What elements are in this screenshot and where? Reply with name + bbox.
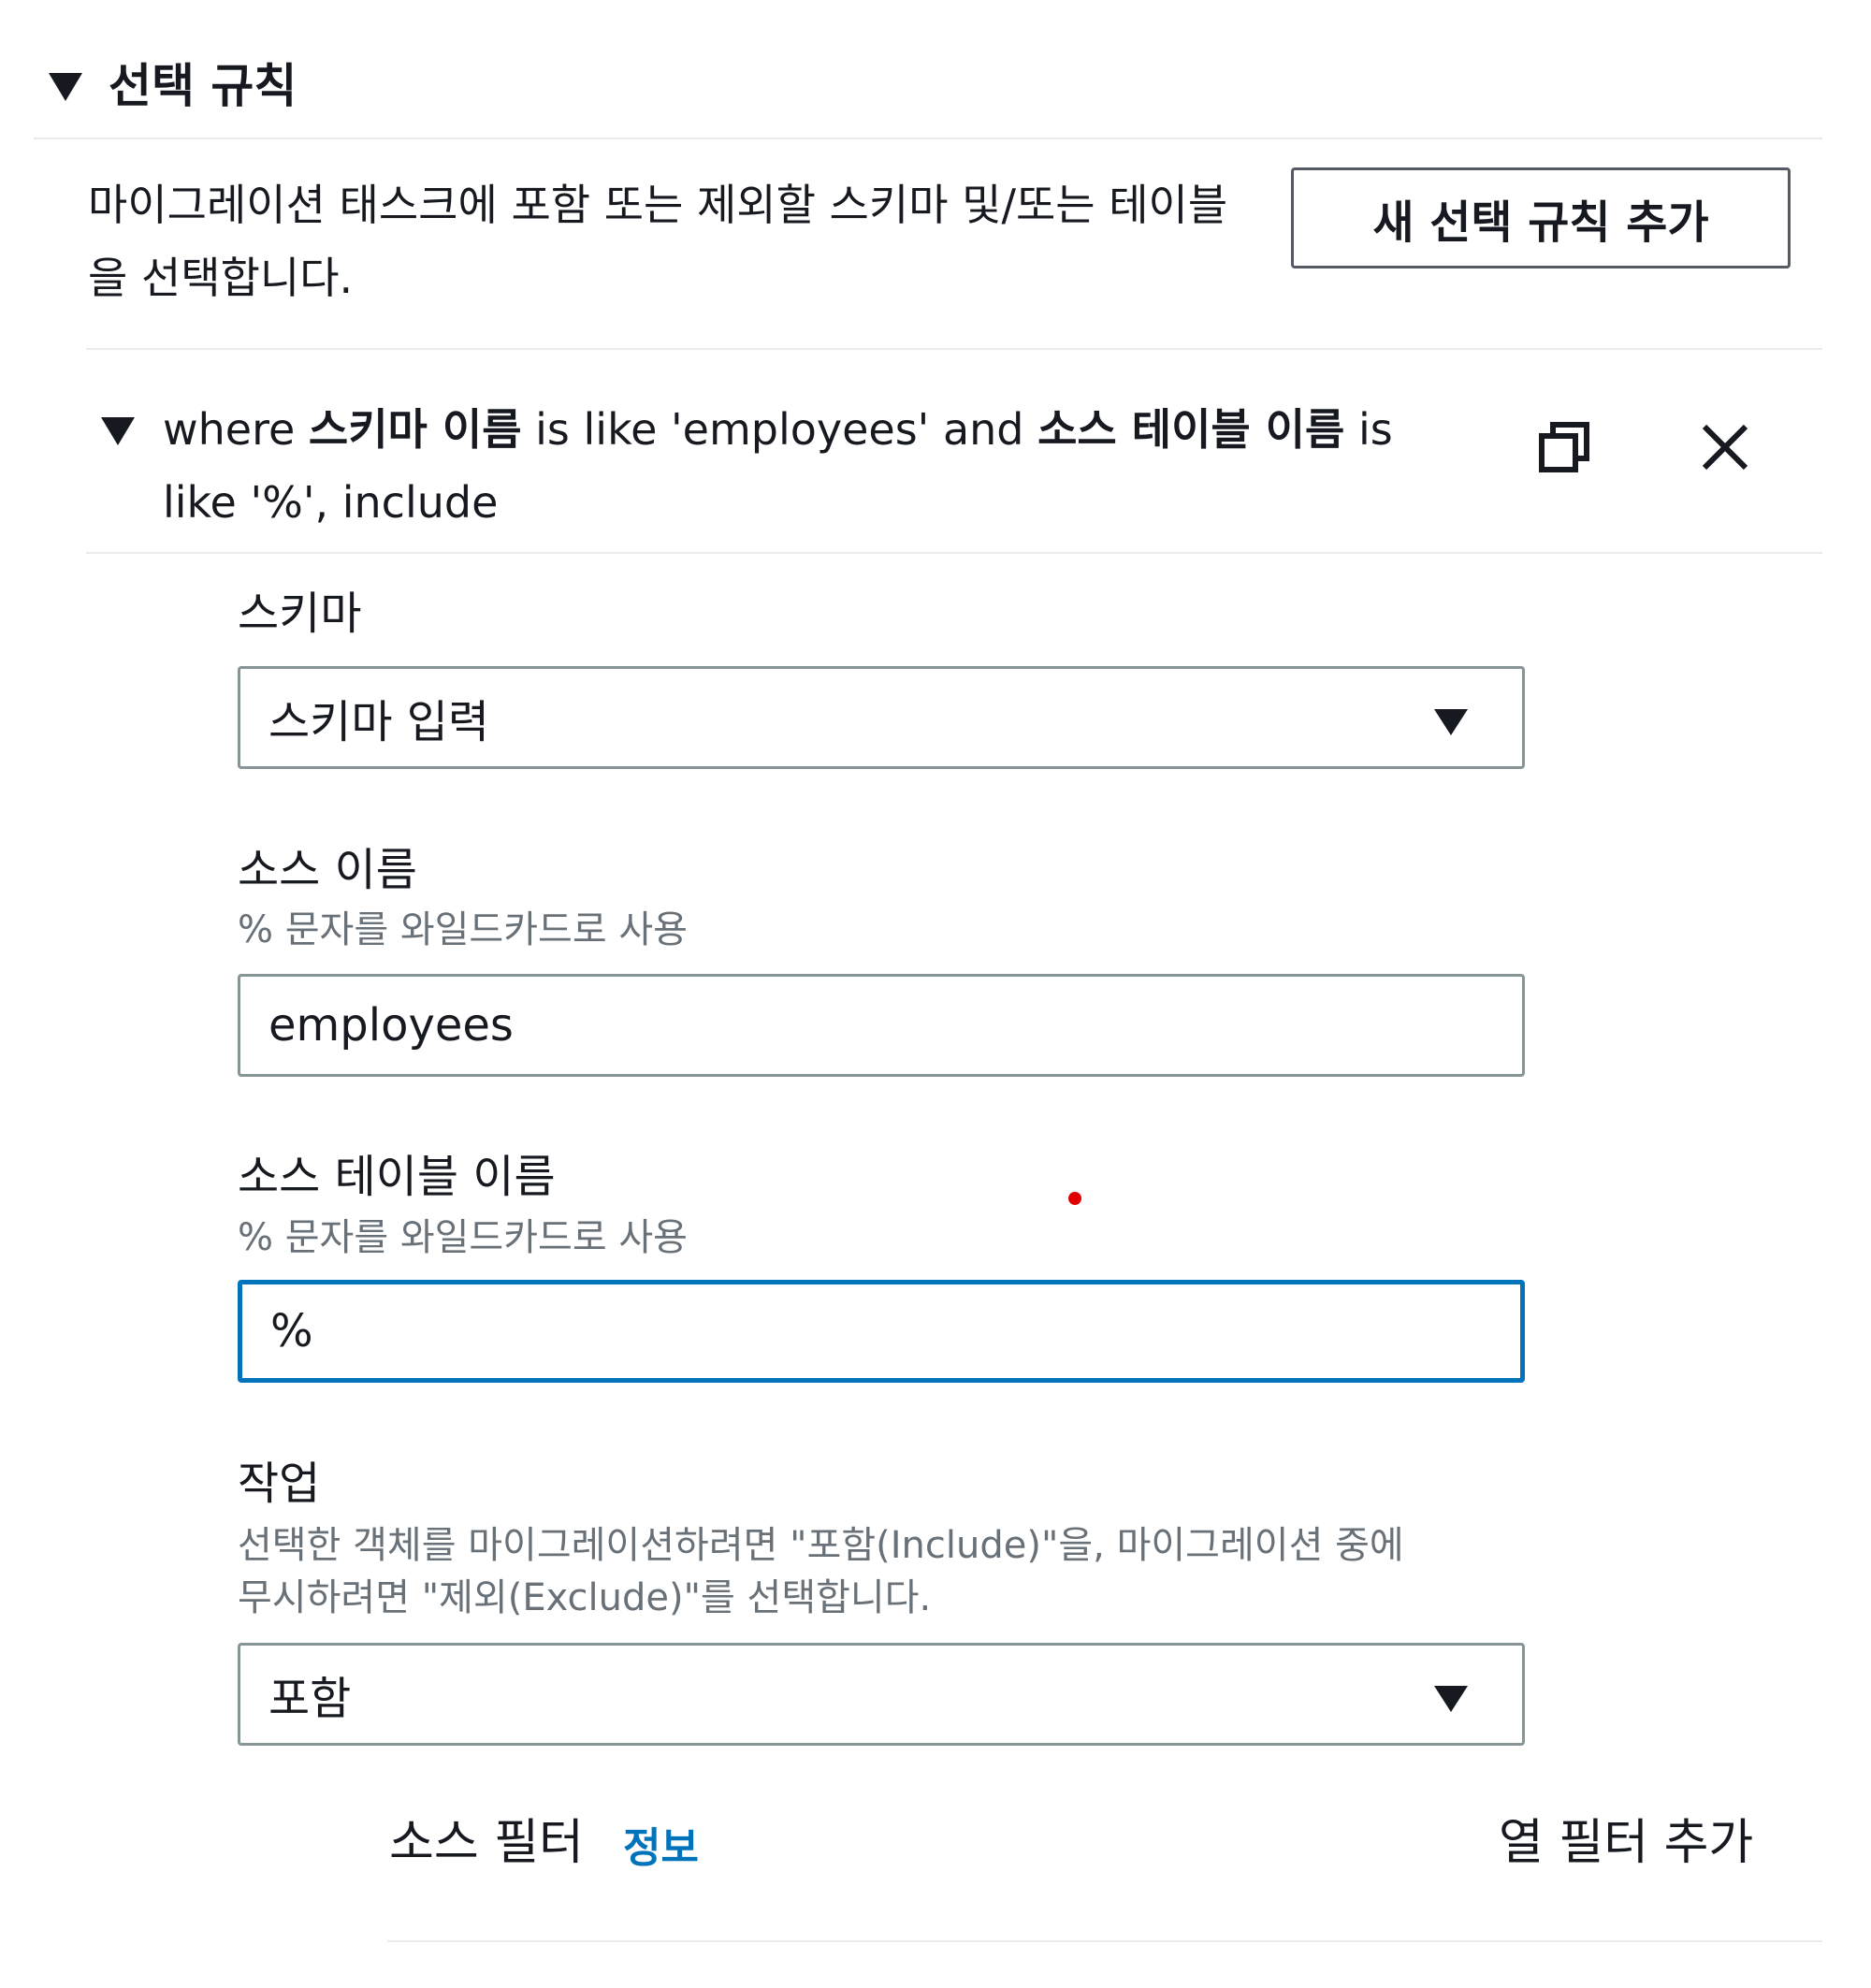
divider xyxy=(86,348,1822,350)
divider xyxy=(86,552,1822,554)
divider xyxy=(34,138,1822,139)
action-select[interactable]: 포함 xyxy=(238,1643,1525,1746)
schema-select-value: 스키마 입력 xyxy=(268,696,490,748)
action-label: 작업 xyxy=(238,1458,321,1510)
source-table-value: % xyxy=(270,1305,313,1357)
copy-icon xyxy=(1539,422,1589,472)
rule-caret-down-icon[interactable] xyxy=(101,417,135,445)
remove-rule-button[interactable] xyxy=(1690,412,1761,483)
source-name-input[interactable]: employees xyxy=(238,974,1525,1077)
schema-select[interactable]: 스키마 입력 xyxy=(238,666,1525,769)
action-hint: 무시하려면 "제외(Exclude)"를 선택합니다. xyxy=(238,1576,932,1619)
cursor-marker xyxy=(1068,1192,1081,1205)
source-table-input[interactable]: % xyxy=(238,1280,1525,1383)
action-select-value: 포함 xyxy=(268,1673,352,1725)
source-table-hint: % 문자를 와일드카드로 사용 xyxy=(238,1216,688,1259)
rule-summary[interactable]: where 스키마 이름 is like 'employees' and 소스 … xyxy=(163,393,1407,539)
section-title[interactable]: 선택 규칙 xyxy=(109,58,297,114)
add-column-filter-button[interactable]: 열 필터 추가 xyxy=(1499,1813,1753,1873)
copy-rule-button[interactable] xyxy=(1529,412,1600,483)
add-selection-rule-button[interactable]: 새 선택 규칙 추가 xyxy=(1291,167,1791,268)
source-name-label: 소스 이름 xyxy=(238,844,417,896)
caret-down-icon xyxy=(1434,1686,1468,1712)
info-link[interactable]: 정보 xyxy=(623,1822,699,1875)
close-icon xyxy=(1702,424,1748,471)
source-filter-label: 소스 필터 xyxy=(389,1815,584,1871)
summary-text: is like 'employees' and xyxy=(521,404,1038,455)
action-hint: 선택한 객체를 마이그레이션하려면 "포함(Include)"을, 마이그레이션… xyxy=(238,1524,1404,1567)
divider xyxy=(387,1940,1822,1942)
schema-label: 스키마 xyxy=(238,588,362,640)
caret-down-icon xyxy=(1434,709,1468,735)
selection-rules-panel: 선택 규칙 마이그레이션 태스크에 포함 또는 제외할 스키마 및/또는 테이블… xyxy=(0,0,1871,1988)
section-description: 마이그레이션 태스크에 포함 또는 제외할 스키마 및/또는 테이블을 선택합니… xyxy=(88,180,1228,303)
source-name-value: employees xyxy=(268,999,514,1052)
source-table-label: 소스 테이블 이름 xyxy=(238,1151,556,1203)
summary-schema-term: 스키마 이름 xyxy=(308,404,522,455)
caret-down-icon[interactable] xyxy=(49,73,82,101)
summary-text: where xyxy=(163,404,309,455)
source-name-hint: % 문자를 와일드카드로 사용 xyxy=(238,908,688,951)
summary-table-term: 소스 테이블 이름 xyxy=(1037,404,1345,455)
